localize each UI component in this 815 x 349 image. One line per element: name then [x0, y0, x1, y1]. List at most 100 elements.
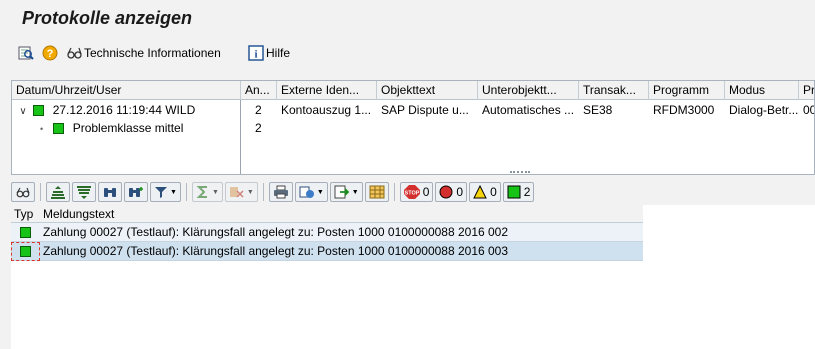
message-list: Typ Meldungstext Zahlung 00027 (Testlauf…	[11, 205, 815, 349]
svg-text:i: i	[254, 49, 257, 61]
dropdown-arrow-icon: ▼	[246, 188, 254, 196]
col-object-text[interactable]: Objekttext	[377, 81, 478, 100]
tree-row-problem-class[interactable]: • Problemklasse mittel	[40, 119, 240, 137]
views-icon	[299, 186, 314, 198]
dropdown-arrow-icon: ▼	[170, 188, 177, 196]
grid-icon	[369, 185, 385, 199]
find-button[interactable]	[98, 182, 122, 202]
col-datetime-user[interactable]: Datum/Uhrzeit/User	[12, 81, 241, 100]
export-button[interactable]: ▼	[329, 182, 363, 202]
error-count: 0	[456, 185, 464, 199]
message-text: Zahlung 00027 (Testlauf): Klärungsfall a…	[43, 225, 509, 239]
print-button[interactable]	[268, 182, 293, 202]
magnifier-grid-icon	[18, 45, 34, 61]
col-subobject-text[interactable]: Unterobjektt...	[478, 81, 579, 100]
warning-icon	[473, 185, 487, 199]
info-icon: i	[248, 45, 264, 61]
filter-warning-button[interactable]: 0	[469, 182, 501, 202]
funnel-icon	[155, 187, 167, 198]
problem-class-label: Problemklasse mittel	[72, 121, 184, 135]
col-mode[interactable]: Modus	[725, 81, 799, 100]
svg-text:?: ?	[47, 48, 54, 60]
technical-info-small-button[interactable]	[11, 182, 35, 202]
splitter-grip[interactable]	[510, 171, 530, 174]
session-object-text: SAP Dispute u...	[381, 103, 469, 117]
message-type-cell[interactable]	[11, 242, 40, 261]
tree-column-divider[interactable]	[240, 100, 241, 174]
session-program: RFDM3000	[653, 103, 715, 117]
subtotal-icon	[229, 187, 244, 198]
table-row-selected[interactable]: Zahlung 00027 (Testlauf): Klärungsfall a…	[11, 242, 643, 261]
help-circle-button[interactable]: ?	[42, 44, 58, 62]
bullet-icon: •	[40, 124, 44, 134]
success-count: 2	[523, 185, 531, 199]
session-mode: Dialog-Betr...	[729, 103, 799, 117]
warning-count: 0	[490, 185, 497, 199]
page-title: Protokolle anzeigen	[22, 8, 193, 28]
message-type-cell[interactable]	[11, 223, 40, 242]
toolbar-separator	[40, 183, 41, 201]
session-pr: 00	[803, 103, 814, 117]
sigma-icon	[196, 186, 207, 198]
binoculars-plus-icon	[129, 187, 143, 197]
stop-sign-icon: STOP	[403, 185, 420, 199]
filter-stop-button[interactable]: STOP 0	[399, 182, 434, 202]
sort-descending-button[interactable]	[72, 182, 96, 202]
find-next-button[interactable]	[124, 182, 148, 202]
dropdown-arrow-icon: ▼	[351, 188, 359, 196]
col-pr[interactable]: Pr	[799, 81, 814, 100]
glasses-icon	[16, 187, 30, 198]
success-status-icon	[53, 123, 65, 135]
session-external-id: Kontoauszug 1...	[281, 103, 372, 117]
session-count: 2	[255, 103, 262, 117]
col-count[interactable]: An...	[241, 81, 277, 100]
filter-error-button[interactable]: 0	[435, 182, 468, 202]
views-button[interactable]: ▼	[294, 182, 328, 202]
layout-button[interactable]	[364, 182, 389, 202]
help-button[interactable]: i Hilfe	[248, 44, 290, 62]
success-icon	[507, 185, 521, 199]
message-list-header: Typ Meldungstext	[11, 205, 643, 223]
toolbar-separator	[262, 183, 264, 201]
glasses-icon	[66, 45, 82, 61]
sum-button[interactable]: ▼	[191, 182, 223, 202]
success-status-icon	[20, 246, 31, 257]
message-toolbar: ▼ ▼ ▼ ▼ ▼ STOP 0 0 0 2	[11, 180, 815, 204]
col-type[interactable]: Typ	[11, 205, 40, 223]
success-status-icon	[20, 227, 31, 238]
problem-class-count: 2	[255, 121, 262, 135]
dropdown-arrow-icon: ▼	[211, 188, 219, 196]
col-program[interactable]: Programm	[649, 81, 725, 100]
stop-count: 0	[422, 185, 430, 199]
subtotal-button[interactable]: ▼	[224, 182, 258, 202]
export-icon	[334, 185, 350, 199]
filter-success-button[interactable]: 2	[502, 182, 535, 202]
display-detail-button[interactable]	[18, 44, 34, 62]
col-external-id[interactable]: Externe Iden...	[277, 81, 377, 100]
printer-icon	[273, 185, 288, 199]
log-tree: Datum/Uhrzeit/User An... Externe Iden...…	[11, 80, 815, 175]
message-text: Zahlung 00027 (Testlauf): Klärungsfall a…	[43, 244, 509, 258]
tree-row-session[interactable]: ∨ 27.12.2016 11:19:44 WILD	[16, 101, 240, 119]
toolbar-separator	[185, 183, 187, 201]
session-transaction: SE38	[583, 103, 613, 117]
session-label: 27.12.2016 11:19:44 WILD	[52, 103, 196, 117]
session-subobject-text: Automatisches ...	[482, 103, 575, 117]
svg-text:STOP: STOP	[404, 191, 419, 197]
filter-button[interactable]: ▼	[150, 182, 181, 202]
question-icon: ?	[42, 45, 58, 61]
binoculars-icon	[104, 188, 116, 197]
dropdown-arrow-icon: ▼	[316, 188, 324, 196]
success-status-icon	[33, 105, 45, 117]
sort-descending-icon	[77, 186, 91, 199]
log-tree-header: Datum/Uhrzeit/User An... Externe Iden...…	[12, 81, 814, 100]
sort-ascending-icon	[51, 186, 65, 199]
table-row[interactable]: Zahlung 00027 (Testlauf): Klärungsfall a…	[11, 223, 643, 242]
col-message-text[interactable]: Meldungstext	[40, 205, 640, 223]
technical-info-button[interactable]: Technische Informationen	[66, 44, 221, 62]
sort-ascending-button[interactable]	[46, 182, 70, 202]
chevron-down-icon[interactable]: ∨	[16, 103, 30, 119]
help-label: Hilfe	[266, 46, 291, 60]
technical-info-label: Technische Informationen	[84, 46, 221, 60]
col-transaction[interactable]: Transak...	[579, 81, 649, 100]
